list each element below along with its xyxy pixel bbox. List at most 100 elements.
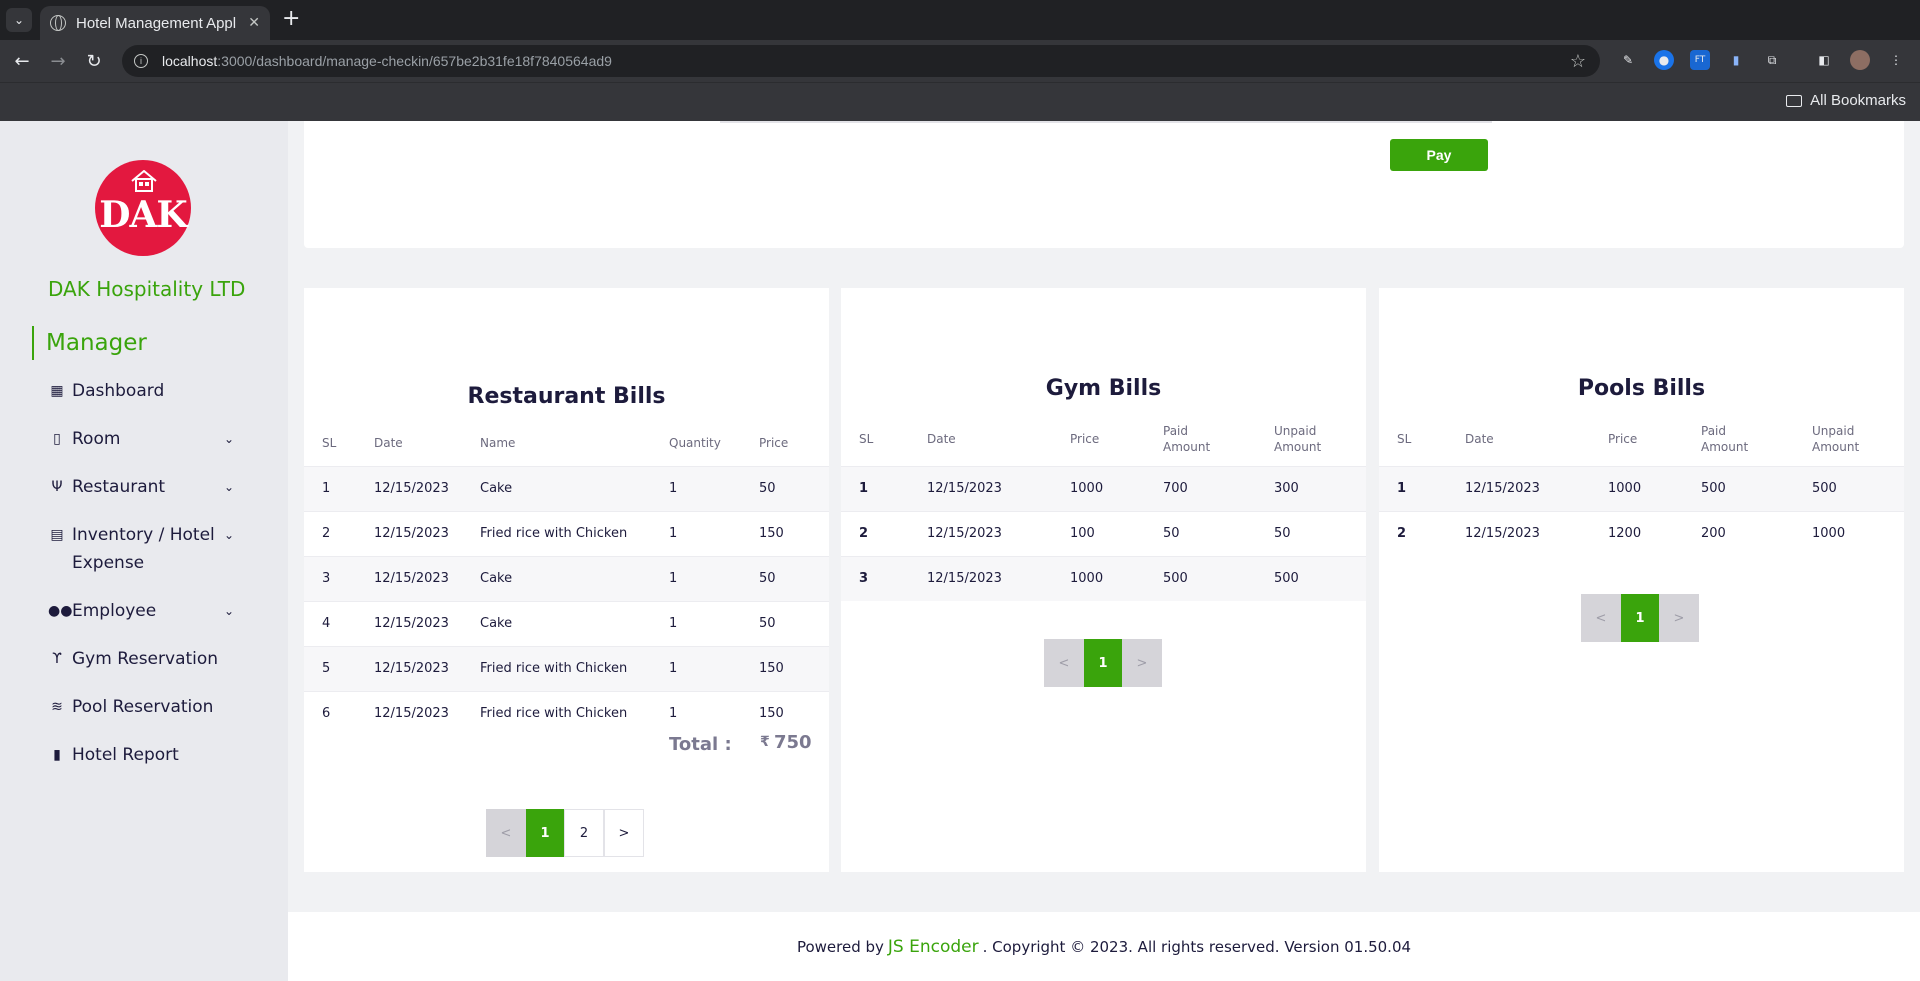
bookmarks-bar: All Bookmarks (0, 82, 1920, 121)
col-paid-amount: Paid Amount (1163, 423, 1211, 454)
logo-text: DAK (99, 194, 187, 236)
gym-icon: ϒ (52, 651, 62, 667)
new-tab-button[interactable]: + (282, 8, 300, 30)
forward-icon[interactable]: → (46, 49, 70, 73)
address-bar[interactable]: i localhost:3000/dashboard/manage-checki… (122, 45, 1600, 77)
sidebar-item-dashboard[interactable]: ▦ Dashboard (48, 377, 248, 405)
cell-date: 12/15/2023 (374, 706, 449, 722)
cell-sl: 2 (859, 526, 869, 541)
close-tab-icon[interactable]: ✕ (248, 15, 260, 31)
cell-sl: 2 (322, 526, 331, 541)
sidebar-item-inventory[interactable]: ▤ Inventory / Hotel Expense ⌄ (48, 521, 248, 577)
page-1-button[interactable]: 1 (1084, 639, 1122, 687)
grid-icon: ▦ (50, 383, 64, 399)
gym-bills-card: Gym Bills SL Date Price Paid Amount Unpa… (841, 288, 1366, 872)
table-row: 2 12/15/2023 100 50 50 (841, 511, 1366, 556)
cell-name: Cake (480, 616, 513, 631)
sidebar-item-hotel-report[interactable]: ▮ Hotel Report (48, 741, 248, 769)
building-icon: ▯ (53, 431, 61, 447)
fork-knife-icon: Ψ (51, 479, 63, 495)
cell-price: 50 (759, 481, 776, 496)
browser-menu-icon[interactable]: ⋮ (1886, 50, 1906, 70)
prev-page-button[interactable]: < (1581, 594, 1621, 642)
cell-price: 150 (759, 706, 784, 722)
cell-price: 1000 (1070, 571, 1104, 587)
all-bookmarks-button[interactable]: All Bookmarks (1786, 92, 1906, 109)
users-icon: ●● (48, 603, 73, 619)
next-page-button[interactable]: > (1659, 594, 1699, 642)
col-sl: SL (1397, 431, 1412, 446)
table-row: 4 12/15/2023 Cake 1 50 (304, 601, 829, 646)
cell-sl: 1 (1397, 481, 1407, 496)
company-logo[interactable]: DAK (95, 160, 191, 256)
eyedropper-extension-icon[interactable]: ✎ (1618, 50, 1638, 70)
cell-quantity: 1 (669, 526, 678, 541)
cell-price: 50 (759, 616, 776, 631)
profile-avatar[interactable] (1850, 50, 1870, 70)
browser-tab[interactable]: Hotel Management Appl ✕ (40, 6, 270, 40)
table-row: 2 12/15/2023 1200 200 1000 (1379, 511, 1904, 556)
pool-bills-title: Pools Bills (1577, 376, 1706, 401)
cell-quantity: 1 (669, 661, 678, 676)
house-icon (131, 170, 157, 192)
cell-date: 12/15/2023 (374, 571, 449, 586)
pay-button[interactable]: Pay (1390, 139, 1488, 171)
sidebar-item-room[interactable]: ▯ Room ⌄ (48, 425, 248, 453)
page-2-button[interactable]: 2 (564, 809, 604, 857)
table-row: 2 12/15/2023 Fried rice with Chicken 1 1… (304, 511, 829, 556)
col-date: Date (927, 431, 956, 446)
next-page-button[interactable]: > (604, 809, 644, 857)
cell-name: Cake (480, 571, 513, 586)
prev-page-button[interactable]: < (1044, 639, 1084, 687)
extension-circle-icon[interactable]: ● (1654, 50, 1674, 70)
next-page-button[interactable]: > (1122, 639, 1162, 687)
gym-bills-title: Gym Bills (1045, 376, 1162, 401)
page-1-button[interactable]: 1 (1621, 594, 1659, 642)
cell-quantity: 1 (669, 571, 678, 586)
sidebar-item-employee[interactable]: ●● Employee ⌄ (48, 597, 248, 625)
sidebar-item-restaurant[interactable]: Ψ Restaurant ⌄ (48, 473, 248, 501)
prev-page-button[interactable]: < (486, 809, 526, 857)
cell-paid: 700 (1163, 481, 1188, 496)
tab-search-button[interactable]: ⌄ (6, 8, 32, 32)
sidebar-item-gym-reservation[interactable]: ϒ Gym Reservation (48, 645, 248, 673)
table-row: 6 12/15/2023 Fried rice with Chicken 1 1… (304, 691, 829, 736)
sidebar-menu: ▦ Dashboard ▯ Room ⌄ Ψ Restaurant ⌄ ▤ In… (48, 377, 248, 789)
cell-date: 12/15/2023 (374, 616, 449, 631)
cell-unpaid: 500 (1812, 481, 1837, 496)
reload-icon[interactable]: ↻ (82, 49, 106, 73)
browser-toolbar: ← → ↻ i localhost:3000/dashboard/manage-… (0, 40, 1920, 82)
col-sl: SL (859, 431, 874, 446)
cell-date: 12/15/2023 (374, 481, 449, 496)
chevron-down-icon: ⌄ (223, 528, 234, 542)
footer: Powered by JS Encoder . Copyright © 2023… (288, 912, 1920, 981)
sidebar: DAK DAK Hospitality LTD Manager ▦ Dashbo… (0, 121, 288, 981)
table-row: 3 12/15/2023 Cake 1 50 (304, 556, 829, 601)
sidebar-item-label: Gym Reservation (72, 649, 219, 669)
chevron-down-icon: ⌄ (223, 432, 234, 446)
col-date: Date (374, 436, 403, 451)
restaurant-bills-table: SL Date Name Quantity Price 1 12/15/2023… (304, 421, 829, 736)
checkin-payment-card: Pay (304, 121, 1904, 248)
user-role: Manager (32, 326, 147, 360)
cell-name: Cake (480, 481, 513, 496)
col-date: Date (1465, 431, 1494, 446)
site-info-icon[interactable]: i (134, 54, 148, 68)
cell-unpaid: 50 (1274, 526, 1291, 541)
cell-date: 12/15/2023 (927, 571, 1002, 587)
cell-date: 12/15/2023 (374, 526, 449, 541)
extensions-puzzle-icon[interactable]: ⧉ (1762, 50, 1782, 70)
page-1-button[interactable]: 1 (526, 809, 564, 857)
browser-chrome: ⌄ Hotel Management Appl ✕ + ← → ↻ i loca… (0, 0, 1920, 121)
footer-brand-link[interactable]: JS Encoder (888, 937, 979, 957)
side-panel-icon[interactable]: ◧ (1814, 50, 1834, 70)
extension-ft-icon[interactable]: FT (1690, 50, 1710, 70)
bookmark-star-icon[interactable]: ☆ (1570, 51, 1586, 72)
col-price: Price (1070, 431, 1100, 446)
back-icon[interactable]: ← (10, 49, 34, 73)
sidebar-item-label: Inventory / Hotel Expense (72, 525, 215, 573)
sidebar-item-pool-reservation[interactable]: ≋ Pool Reservation (48, 693, 248, 721)
all-bookmarks-label: All Bookmarks (1810, 92, 1906, 109)
extension-doc-icon[interactable]: ▮ (1726, 50, 1746, 70)
box-icon: ▤ (50, 527, 64, 543)
